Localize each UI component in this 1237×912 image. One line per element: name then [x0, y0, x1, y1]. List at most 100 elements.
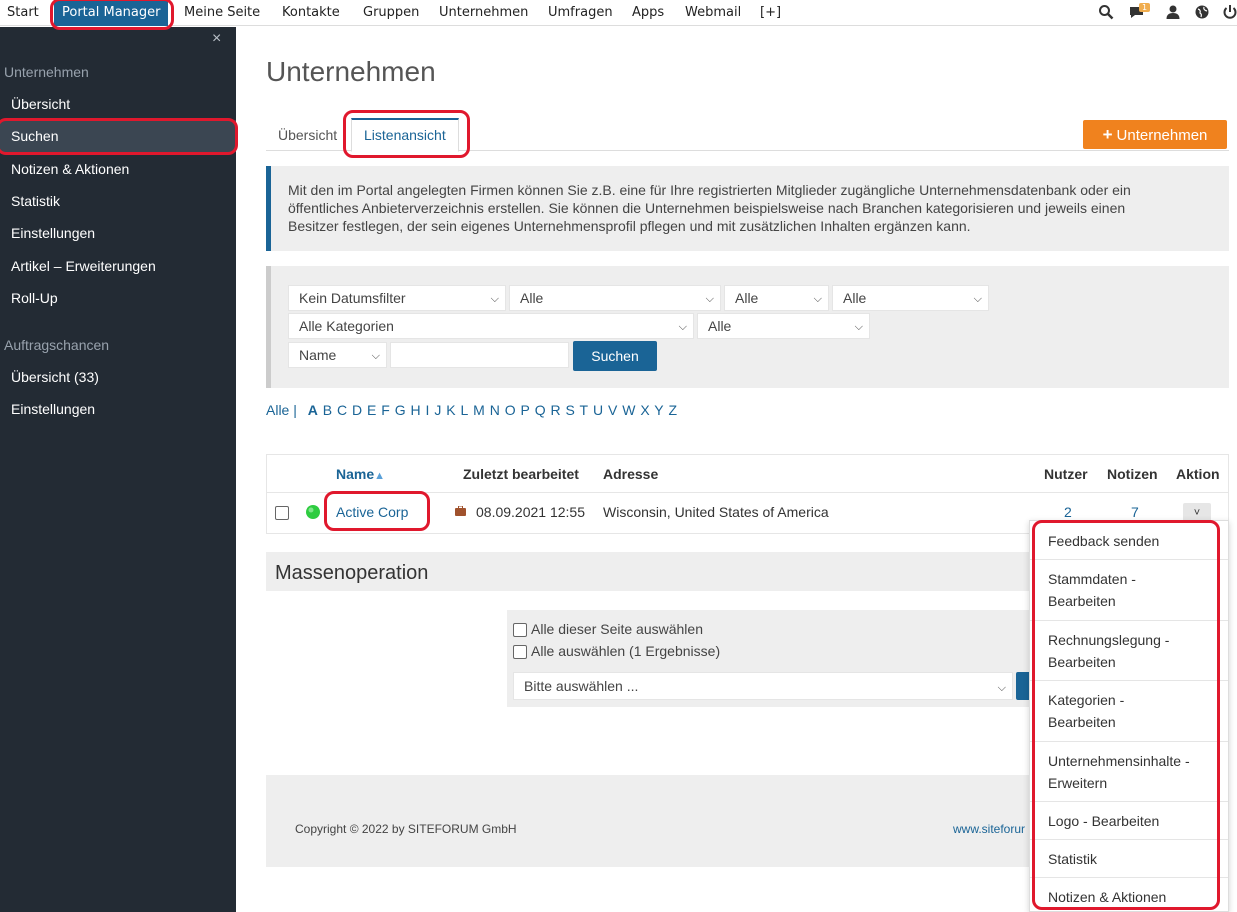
alpha-letter[interactable]: R — [551, 402, 561, 418]
filter-select-2[interactable]: Alle ⌵ — [509, 285, 721, 311]
add-unternehmen-button[interactable]: + Unternehmen — [1083, 120, 1227, 149]
sidebar-item-artikel-erweiterungen[interactable]: Artikel – Erweiterungen — [0, 250, 236, 282]
alpha-letter[interactable]: Y — [654, 402, 663, 418]
search-button[interactable]: Suchen — [573, 341, 657, 371]
alpha-letter[interactable]: F — [381, 402, 390, 418]
alpha-letter[interactable]: L — [460, 402, 468, 418]
alpha-all[interactable]: Alle | — [266, 402, 297, 418]
last-edited-value: 08.09.2021 12:55 — [476, 504, 585, 520]
sidebar-section-auftragschancen: Auftragschancen — [4, 337, 110, 353]
alpha-letter[interactable]: P — [520, 402, 529, 418]
site-link[interactable]: www.siteforur — [953, 822, 1025, 836]
alpha-letter[interactable]: U — [593, 402, 603, 418]
alpha-letter[interactable]: T — [580, 402, 589, 418]
sidebar-item-notizen-aktionen[interactable]: Notizen & Aktionen — [0, 153, 236, 185]
user-icon[interactable] — [1165, 4, 1181, 20]
select-page-checkbox[interactable] — [513, 623, 527, 637]
alpha-letter[interactable]: Q — [535, 402, 546, 418]
nav-kontakte[interactable]: Kontakte — [282, 0, 340, 26]
nav-add[interactable]: [+] — [760, 0, 781, 26]
date-filter-select[interactable]: Kein Datumsfilter ⌵ — [288, 285, 506, 311]
alpha-letter[interactable]: K — [446, 402, 455, 418]
nav-apps[interactable]: Apps — [632, 0, 664, 26]
alpha-letter[interactable]: G — [395, 402, 406, 418]
nav-meine-seite[interactable]: Meine Seite — [184, 0, 260, 26]
alpha-letter[interactable]: B — [323, 402, 332, 418]
sidebar: × Unternehmen Übersicht Suchen Notizen &… — [0, 27, 236, 912]
alpha-letter[interactable]: I — [426, 402, 430, 418]
alpha-letter[interactable]: C — [337, 402, 347, 418]
chevron-down-icon: ⌵ — [854, 321, 863, 333]
alpha-letter[interactable]: O — [505, 402, 516, 418]
power-icon[interactable] — [1222, 4, 1237, 20]
category-select[interactable]: Alle Kategorien ⌵ — [288, 313, 694, 339]
search-field-select[interactable]: Name ⌵ — [288, 342, 387, 368]
sort-asc-icon: ▲ — [374, 470, 386, 482]
alpha-letter[interactable]: D — [352, 402, 362, 418]
sidebar-item-einstellungen[interactable]: Einstellungen — [0, 217, 236, 249]
tab-uebersicht[interactable]: Übersicht — [278, 118, 337, 151]
nav-webmail[interactable]: Webmail — [685, 0, 741, 26]
sidebar-item-uebersicht[interactable]: Übersicht — [0, 88, 236, 120]
users-count-link[interactable]: 2 — [1064, 504, 1072, 520]
search-icon[interactable] — [1098, 4, 1114, 20]
alpha-letter[interactable]: M — [473, 402, 485, 418]
column-header-name[interactable]: Name▲ — [336, 466, 385, 482]
sidebar-item-statistik[interactable]: Statistik — [0, 185, 236, 217]
sidebar-item-roll-up[interactable]: Roll-Up — [0, 282, 236, 314]
status-online-icon — [306, 505, 320, 519]
alpha-letter[interactable]: J — [434, 402, 441, 418]
notes-count-link[interactable]: 7 — [1131, 504, 1139, 520]
filter-select-4[interactable]: Alle ⌵ — [832, 285, 989, 311]
mass-action-select[interactable]: Bitte auswählen ... ⌵ — [513, 672, 1013, 700]
column-header-action: Aktion — [1176, 466, 1220, 482]
alpha-letter[interactable]: S — [566, 402, 575, 418]
nav-start[interactable]: Start — [7, 0, 39, 26]
mass-operation-title: Massenoperation — [275, 562, 429, 584]
search-field-value: Name — [299, 347, 337, 363]
search-input[interactable] — [390, 342, 569, 368]
column-header-users: Nutzer — [1044, 466, 1088, 482]
alpha-letter[interactable]: A — [308, 402, 318, 418]
chevron-down-icon: ⌵ — [371, 350, 380, 362]
nav-gruppen[interactable]: Gruppen — [363, 0, 419, 26]
notification-badge: 1 — [1139, 3, 1151, 12]
filter-select-6[interactable]: Alle ⌵ — [697, 313, 870, 339]
table-header: Name▲ Zuletzt bearbeitet Adresse Nutzer … — [267, 455, 1228, 493]
alpha-letter[interactable]: N — [490, 402, 500, 418]
nav-umfragen[interactable]: Umfragen — [548, 0, 613, 26]
row-checkbox[interactable] — [275, 506, 289, 520]
filter-select-3[interactable]: Alle ⌵ — [724, 285, 829, 311]
select-all-label: Alle auswählen (1 Ergebnisse) — [531, 643, 721, 659]
column-header-notes: Notizen — [1107, 466, 1158, 482]
chevron-down-icon: ⌵ — [997, 682, 1006, 694]
filter-3-value: Alle — [735, 290, 759, 306]
add-button-label: Unternehmen — [1116, 127, 1208, 144]
select-all-checkbox[interactable] — [513, 645, 527, 659]
alpha-letter[interactable]: W — [622, 402, 635, 418]
alpha-letter[interactable]: V — [608, 402, 617, 418]
alpha-letter[interactable]: Z — [669, 402, 678, 418]
sidebar-item-auftrag-einstellungen[interactable]: Einstellungen — [0, 393, 236, 425]
page-title: Unternehmen — [266, 56, 436, 87]
alpha-letter[interactable]: X — [640, 402, 649, 418]
filter-2-value: Alle — [520, 290, 544, 306]
sidebar-close-icon[interactable]: × — [212, 30, 221, 48]
highlight-active-corp — [324, 491, 430, 531]
sidebar-item-auftrag-uebersicht[interactable]: Übersicht (33) — [0, 361, 236, 393]
globe-icon[interactable] — [1194, 4, 1210, 20]
mass-action-value: Bitte auswählen ... — [524, 678, 639, 694]
highlight-action-menu — [1032, 520, 1220, 910]
chevron-down-icon: ⌵ — [678, 321, 687, 333]
nav-unternehmen[interactable]: Unternehmen — [439, 0, 528, 26]
chevron-down-icon: ⌵ — [490, 293, 499, 305]
chevron-down-icon: ⌵ — [973, 293, 982, 305]
alpha-letter[interactable]: H — [411, 402, 421, 418]
alpha-letter[interactable]: E — [367, 402, 376, 418]
chevron-down-icon: ⌵ — [813, 293, 822, 305]
top-navigation: Start Portal Manager Meine Seite Kontakt… — [0, 0, 1237, 26]
highlight-tab-listenansicht — [343, 110, 470, 158]
info-box: Mit den im Portal angelegten Firmen könn… — [266, 166, 1229, 251]
chevron-down-icon: ˅ — [1193, 507, 1201, 519]
filter-6-value: Alle — [708, 318, 732, 334]
